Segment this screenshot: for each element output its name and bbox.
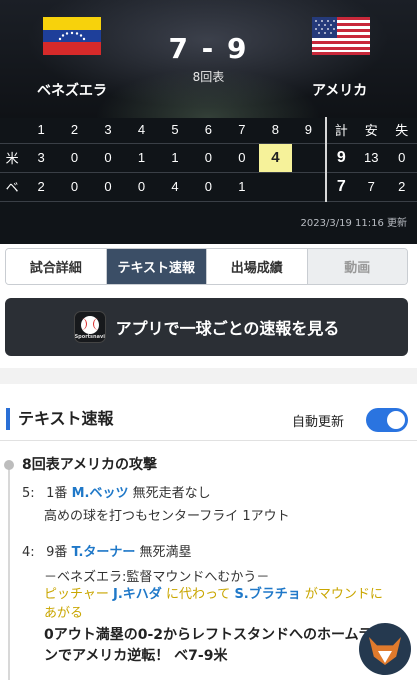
open-app-button[interactable]: Sportsnavi アプリで一球ごとの速報を見る: [5, 298, 408, 356]
play-event: －ベネズエラ:監督マウンドへむかう－: [44, 570, 270, 585]
pitching-change: ピッチャー J.キハダ に代わって S.ブラチョ がマウンドにあがる: [44, 585, 389, 623]
team-name-usa: アメリカ: [312, 83, 368, 99]
batter-link[interactable]: T.ターナー: [72, 545, 136, 560]
updated-timestamp: 2023/3/19 11:16 更新: [300, 218, 407, 229]
hits: 7: [356, 172, 387, 202]
batter-link[interactable]: M.ベッツ: [72, 486, 129, 501]
play-detail: 高めの球を打つもセンターフライ 1アウト: [44, 509, 290, 524]
errors: 0: [386, 143, 417, 173]
row-team-label: 米: [0, 143, 25, 173]
inning-runs: 1: [225, 172, 259, 202]
total-runs-header: 計: [324, 117, 356, 144]
play-situation: 無死走者なし: [132, 486, 211, 501]
inning-runs: 0: [57, 172, 92, 202]
linescore-header-row: 1 2 3 4 5 6 7 8 9 計 安 失: [0, 117, 417, 144]
inning-runs: 0: [225, 143, 259, 173]
linescore-row-usa: 米 3 0 0 1 1 0 0 4 9 13 0: [0, 143, 417, 173]
batting-order: 9番: [46, 545, 68, 560]
play-item: 4: 9番 T.ターナー 無死満塁: [22, 541, 192, 564]
inning-runs: 0: [57, 143, 92, 173]
inning-runs: 4: [158, 172, 192, 202]
tab-text-live[interactable]: テキスト速報: [106, 249, 207, 284]
row-team-label: ベ: [0, 172, 25, 202]
play-number: 4:: [22, 545, 35, 560]
inning-runs: 1: [124, 143, 159, 173]
inning-runs: [292, 172, 326, 202]
pitcher-in-link[interactable]: J.キハダ: [113, 587, 162, 602]
auto-update-label: 自動更新: [292, 415, 345, 430]
inning-number: 7: [225, 117, 259, 144]
tab-video: 動画: [307, 249, 407, 284]
hits-header: 安: [356, 117, 387, 144]
play-item: 5: 1番 M.ベッツ 無死走者なし: [22, 482, 211, 505]
inning-runs: [292, 143, 326, 173]
play-situation: 無死満塁: [139, 545, 192, 560]
errors-header: 失: [386, 117, 417, 144]
batting-order: 1番: [46, 486, 68, 501]
inning-runs: 0: [91, 143, 125, 173]
inning-runs: 3: [24, 143, 58, 173]
inning-runs: 0: [91, 172, 125, 202]
inning-number: 9: [292, 117, 326, 144]
inning-number: 2: [57, 117, 92, 144]
divider: [0, 440, 417, 441]
timeline-line: [8, 462, 10, 680]
app-icon-label: Sportsnavi: [74, 334, 105, 340]
auto-update-toggle[interactable]: [366, 408, 408, 432]
inning-number: 3: [91, 117, 125, 144]
linescore-corner: [0, 117, 25, 144]
total-runs: 7: [324, 172, 356, 202]
team-name-venezuela: ベネズエラ: [37, 83, 107, 99]
text-live-section: テキスト速報 自動更新 8回表アメリカの攻撃 5: 1番 M.ベッツ 無死走者な…: [0, 384, 417, 680]
fox-mascot-icon[interactable]: [359, 623, 411, 675]
text-live-header: テキスト速報 自動更新: [0, 402, 417, 434]
linescore-row-venezuela: ベ 2 0 0 0 4 0 1 7 7 2: [0, 172, 417, 202]
open-app-label: アプリで一球ごとの速報を見る: [115, 319, 340, 338]
inning-number: 4: [124, 117, 159, 144]
pitching-change-prefix: ピッチャー: [44, 587, 109, 602]
play-result: 0アウト満塁の0-2からレフトスタンドへのホームランでアメリカ逆転！ ベ7-9米: [44, 627, 372, 664]
inning-number: 6: [191, 117, 226, 144]
timeline-dot: [4, 460, 14, 470]
inning-runs: 0: [124, 172, 159, 202]
tab-bar-container: 試合詳細 テキスト速報 出場成績 動画: [0, 244, 417, 288]
sportsnavi-app-icon: Sportsnavi: [73, 311, 106, 343]
pitcher-out-link[interactable]: S.ブラチョ: [234, 587, 300, 602]
inning-number: 5: [158, 117, 192, 144]
tab-bar: 試合詳細 テキスト速報 出場成績 動画: [5, 248, 408, 285]
hits: 13: [356, 143, 387, 173]
total-runs: 9: [324, 143, 356, 173]
current-inning-runs: 4: [258, 143, 293, 173]
tab-player-stats[interactable]: 出場成績: [207, 249, 308, 284]
inning-heading: 8回表アメリカの攻撃: [22, 457, 158, 473]
tab-game-details[interactable]: 試合詳細: [6, 249, 107, 284]
inning-runs: 1: [158, 143, 192, 173]
baseball-icon: [80, 316, 99, 334]
inning-number: 1: [24, 117, 58, 144]
toggle-knob: [387, 411, 405, 429]
errors: 2: [386, 172, 417, 202]
section-title: テキスト速報: [6, 408, 114, 430]
play-number: 5:: [22, 486, 35, 501]
inning-runs: 0: [191, 143, 226, 173]
linescore-table: 1 2 3 4 5 6 7 8 9 計 安 失 米 3 0 0 1 1 0 0 …: [0, 117, 417, 202]
inning-runs: 0: [191, 172, 226, 202]
inning-number: 8: [258, 117, 293, 144]
scoreboard: 7 - 9 8回表 ベネズエラ アメリカ 1 2 3 4 5 6 7 8 9 計…: [0, 0, 417, 244]
app-banner-container: Sportsnavi アプリで一球ごとの速報を見る: [0, 288, 417, 368]
inning-runs: [258, 172, 293, 202]
pitching-change-mid: に代わって: [165, 587, 231, 602]
inning-runs: 2: [24, 172, 58, 202]
game-score: 7 - 9: [168, 32, 249, 65]
